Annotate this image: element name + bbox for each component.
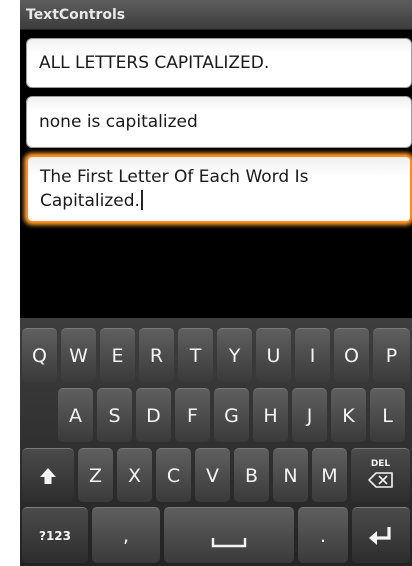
key-a[interactable]: A	[58, 388, 93, 442]
text-cursor	[140, 190, 143, 210]
symbols-key[interactable]: ?123	[22, 507, 88, 563]
comma-key[interactable]: ,	[92, 507, 160, 563]
key-q[interactable]: Q	[22, 328, 57, 382]
key-e[interactable]: E	[100, 328, 135, 382]
key-d[interactable]: D	[136, 388, 171, 442]
phone-screen: TextControls ALL LETTERS CAPITALIZED. no…	[20, 0, 412, 566]
key-b[interactable]: B	[234, 448, 269, 502]
text-field-no-caps[interactable]: none is capitalized	[26, 96, 412, 148]
shift-key[interactable]	[22, 448, 74, 502]
key-f[interactable]: F	[175, 388, 210, 442]
key-u[interactable]: U	[256, 328, 291, 382]
app-title-bar: TextControls	[20, 0, 412, 30]
field-value: The First Letter Of Each Word Is Capital…	[40, 167, 309, 211]
key-p[interactable]: P	[373, 328, 410, 382]
app-title: TextControls	[26, 7, 126, 23]
key-o[interactable]: O	[334, 328, 369, 382]
soft-keyboard: Q W E R T Y U I O P A S D F G H J K L Z …	[20, 318, 412, 566]
key-z[interactable]: Z	[78, 448, 113, 502]
space-icon	[211, 538, 247, 548]
period-key[interactable]: .	[298, 507, 348, 563]
key-k[interactable]: K	[331, 388, 366, 442]
key-j[interactable]: J	[292, 388, 327, 442]
space-key[interactable]	[164, 507, 294, 563]
delete-icon	[367, 472, 393, 488]
field-value: none is capitalized	[39, 112, 198, 132]
key-r[interactable]: R	[139, 328, 174, 382]
key-m[interactable]: M	[312, 448, 347, 502]
shift-icon	[40, 468, 56, 484]
key-t[interactable]: T	[178, 328, 213, 382]
key-s[interactable]: S	[97, 388, 132, 442]
key-i[interactable]: I	[295, 328, 330, 382]
key-h[interactable]: H	[253, 388, 288, 442]
enter-key[interactable]	[352, 507, 410, 563]
delete-key[interactable]: DEL	[351, 448, 410, 502]
key-l[interactable]: L	[370, 388, 405, 442]
key-g[interactable]: G	[214, 388, 249, 442]
enter-icon	[369, 527, 391, 545]
key-w[interactable]: W	[61, 328, 96, 382]
text-field-word-caps[interactable]: The First Letter Of Each Word Is Capital…	[26, 155, 412, 223]
key-c[interactable]: C	[156, 448, 191, 502]
delete-key-label: DEL	[370, 459, 391, 469]
field-value: ALL LETTERS CAPITALIZED.	[39, 53, 270, 73]
key-x[interactable]: X	[117, 448, 152, 502]
text-field-all-caps[interactable]: ALL LETTERS CAPITALIZED.	[26, 38, 412, 88]
key-v[interactable]: V	[195, 448, 230, 502]
key-y[interactable]: Y	[217, 328, 252, 382]
key-n[interactable]: N	[273, 448, 308, 502]
